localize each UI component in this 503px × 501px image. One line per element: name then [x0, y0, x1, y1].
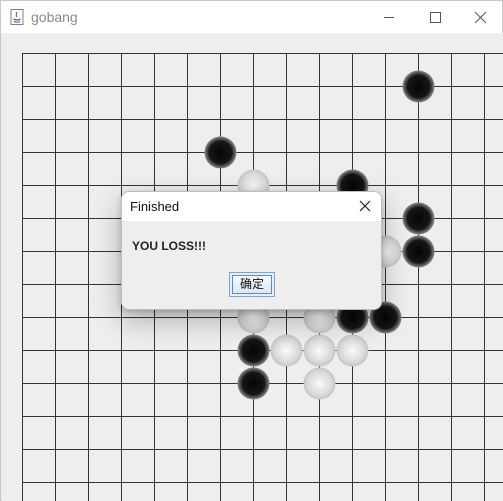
ok-button-label: 确定: [232, 275, 272, 294]
black-stone: [402, 202, 435, 235]
white-stone: [270, 334, 303, 367]
black-stone: [237, 367, 270, 400]
java-icon: [10, 9, 24, 25]
maximize-icon[interactable]: [412, 1, 458, 33]
black-stone: [237, 334, 270, 367]
white-stone: [303, 367, 336, 400]
title-bar[interactable]: gobang: [1, 1, 502, 33]
window-title: gobang: [31, 9, 78, 25]
dialog-message: YOU LOSS!!!: [132, 239, 206, 253]
dialog-title-bar[interactable]: Finished: [122, 192, 381, 221]
close-icon[interactable]: [351, 192, 381, 221]
black-stone: [402, 235, 435, 268]
black-stone: [204, 136, 237, 169]
black-stone: [402, 70, 435, 103]
white-stone: [336, 334, 369, 367]
dialog-title: Finished: [130, 199, 180, 214]
finished-dialog: Finished YOU LOSS!!! 确定: [121, 191, 382, 310]
minimize-icon[interactable]: [366, 1, 412, 33]
ok-button[interactable]: 确定: [229, 272, 275, 297]
close-icon[interactable]: [458, 1, 503, 33]
white-stone: [303, 334, 336, 367]
